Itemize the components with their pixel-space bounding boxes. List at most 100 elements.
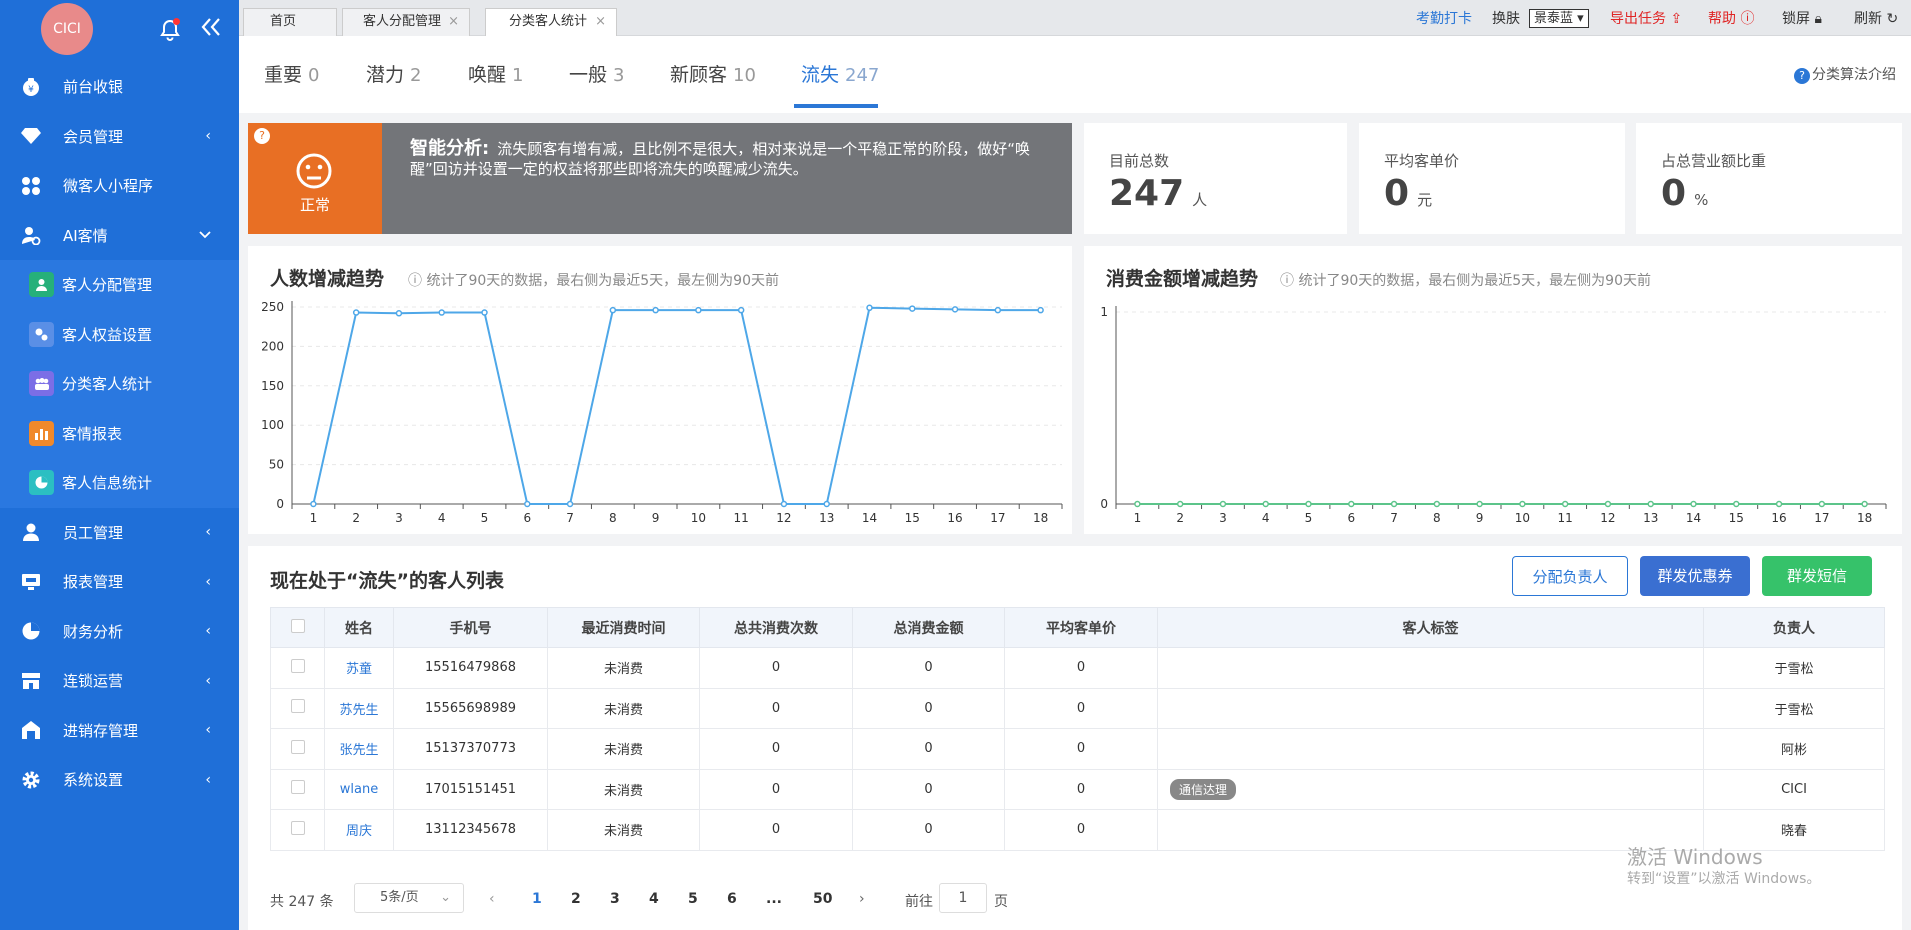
bell-icon[interactable] [158, 18, 182, 42]
help-button[interactable]: 帮助 ⓘ [1708, 9, 1754, 29]
cell-consume-times: 0 [699, 809, 853, 851]
nav-item-staff[interactable]: 员工管理 ‹ [0, 508, 239, 558]
tab-important[interactable]: 重要 0 [264, 60, 319, 87]
nav-item-finance[interactable]: 财务分析 ‹ [0, 607, 239, 657]
algorithm-intro-link[interactable]: ? 分类算法介绍 [1794, 64, 1896, 84]
nav-item-ai-customer[interactable]: AI客情 [0, 211, 239, 261]
tab-awaken[interactable]: 唤醒 1 [468, 60, 523, 87]
data-point [1647, 500, 1654, 508]
x-tick-label: 11 [734, 511, 749, 525]
cell-name[interactable]: 周庆 [324, 809, 394, 851]
col-consume-times: 总共消费次数 [699, 607, 853, 648]
chevron-left-icon: ‹ [205, 623, 211, 640]
bar-chart-icon [29, 420, 54, 446]
close-icon[interactable]: × [595, 9, 606, 35]
row-checkbox[interactable] [290, 739, 305, 754]
lock-screen-button[interactable]: 锁屏 🔒︎ [1782, 9, 1822, 29]
gear-icon [20, 769, 42, 791]
x-tick-label: 10 [691, 511, 706, 525]
stat-value: 0 [1661, 173, 1687, 214]
windows-activation-hint: 转到“设置”以激活 Windows。 [1627, 871, 1821, 887]
send-coupon-button[interactable]: 群发优惠券 [1640, 556, 1750, 596]
tab-home[interactable]: 首页 [243, 8, 337, 36]
nav-item-cashier[interactable]: ¥ 前台收银 [0, 62, 239, 112]
stat-value: 247 [1109, 173, 1185, 214]
data-point [1037, 306, 1044, 314]
data-point [1604, 500, 1612, 508]
row-checkbox[interactable] [290, 658, 305, 673]
nav-item-chain[interactable]: 连锁运营 ‹ [0, 656, 239, 706]
page-number[interactable]: 4 [649, 891, 659, 907]
tab-potential[interactable]: 潜力 2 [366, 60, 421, 87]
cell-name[interactable]: 张先生 [324, 728, 394, 770]
status-label: 正常 [299, 196, 330, 214]
col-phone: 手机号 [393, 607, 548, 648]
data-point [1775, 500, 1783, 508]
cell-name[interactable]: wlane [324, 768, 394, 810]
analysis-text: 智能分析: 流失顾客有增有减，且比例不是很大，相对来说是一个平稳正常的阶段，做好“… [410, 138, 1030, 179]
row-select-cell [270, 647, 325, 689]
nav-item-members[interactable]: 会员管理 ‹ [0, 112, 239, 162]
send-sms-button[interactable]: 群发短信 [1762, 556, 1872, 596]
page-number[interactable]: 2 [571, 891, 581, 907]
skin-select[interactable]: 景泰蓝 ▾ [1529, 9, 1589, 28]
attendance-link[interactable]: 考勤打卡 [1416, 9, 1472, 29]
page-number[interactable]: 50 [813, 891, 832, 907]
y-tick-label: 100 [261, 418, 284, 432]
page-size-select[interactable]: 5条/页 ⌄ [354, 883, 464, 913]
avatar[interactable]: CICI [41, 3, 93, 55]
sub-item-category-stats[interactable]: 分类客人统计 [0, 359, 239, 409]
assign-owner-button[interactable]: 分配负责人 [1512, 556, 1628, 596]
sub-item-customer-assign[interactable]: 客人分配管理 [0, 260, 239, 310]
sub-item-customer-rights[interactable]: 客人权益设置 [0, 310, 239, 360]
x-tick-label: 18 [1857, 511, 1872, 525]
select-all-checkbox[interactable] [290, 618, 305, 633]
headcount-trend-panel: 人数增减趋势 ⓘ 统计了90天的数据，最右侧为最近5天，最左侧为90天前 0 50… [248, 246, 1072, 534]
row-checkbox[interactable] [290, 820, 305, 835]
data-point [823, 500, 830, 508]
page-number[interactable]: 6 [727, 891, 737, 907]
tab-category-stats[interactable]: 分类客人统计 × [485, 8, 617, 36]
tab-normal[interactable]: 一般 3 [569, 60, 624, 87]
data-point [652, 306, 659, 314]
x-tick-label: 17 [990, 511, 1005, 525]
nav-item-reports[interactable]: 报表管理 ‹ [0, 557, 239, 607]
row-select-cell [270, 768, 325, 810]
nav-item-settings[interactable]: 系统设置 ‹ [0, 755, 239, 805]
sub-item-customer-info[interactable]: 客人信息统计 [0, 458, 239, 508]
page-number[interactable]: 3 [610, 891, 620, 907]
cell-name[interactable]: 苏童 [324, 647, 394, 689]
export-task-button[interactable]: 导出任务 ⇪ [1610, 9, 1682, 29]
row-checkbox[interactable] [290, 699, 305, 714]
person-icon [29, 272, 54, 298]
prev-page-button[interactable]: ‹ [489, 891, 495, 907]
skin-label: 换肤 [1492, 11, 1520, 27]
sidebar: CICI ¥ 前台收银 会员管理 ‹ 微客人小程序 AI客情 客人分配管理 客人… [0, 0, 239, 930]
question-icon[interactable]: ? [254, 128, 270, 144]
collapse-sidebar-icon[interactable] [200, 16, 222, 42]
sub-item-customer-report[interactable]: 客情报表 [0, 409, 239, 459]
goto-page-input[interactable]: 1 [939, 883, 987, 913]
close-icon[interactable]: × [448, 9, 459, 35]
data-point [866, 304, 873, 312]
page-number[interactable]: 5 [688, 891, 698, 907]
page-number[interactable]: 1 [532, 891, 542, 907]
x-tick-label: 13 [819, 511, 834, 525]
cell-avg-price: 0 [1004, 728, 1158, 770]
tab-churned[interactable]: 流失 247 [801, 60, 879, 87]
row-checkbox[interactable] [290, 780, 305, 795]
refresh-button[interactable]: 刷新 ↻ [1854, 9, 1898, 29]
svg-text:¥: ¥ [28, 85, 34, 95]
x-tick-label: 15 [905, 511, 920, 525]
page-ellipsis[interactable]: ... [766, 891, 782, 907]
next-page-button[interactable]: › [859, 891, 865, 907]
col-avg-price: 平均客单价 [1004, 607, 1158, 648]
nav-item-miniprogram[interactable]: 微客人小程序 [0, 161, 239, 211]
nav-item-inventory[interactable]: 进销存管理 ‹ [0, 706, 239, 756]
tab-customer-assign[interactable]: 客人分配管理 × [342, 8, 470, 36]
data-point [609, 306, 617, 314]
col-name: 姓名 [324, 607, 394, 648]
data-point [1733, 500, 1740, 508]
tab-new-customer[interactable]: 新顾客 10 [670, 60, 756, 87]
cell-name[interactable]: 苏先生 [324, 687, 394, 729]
